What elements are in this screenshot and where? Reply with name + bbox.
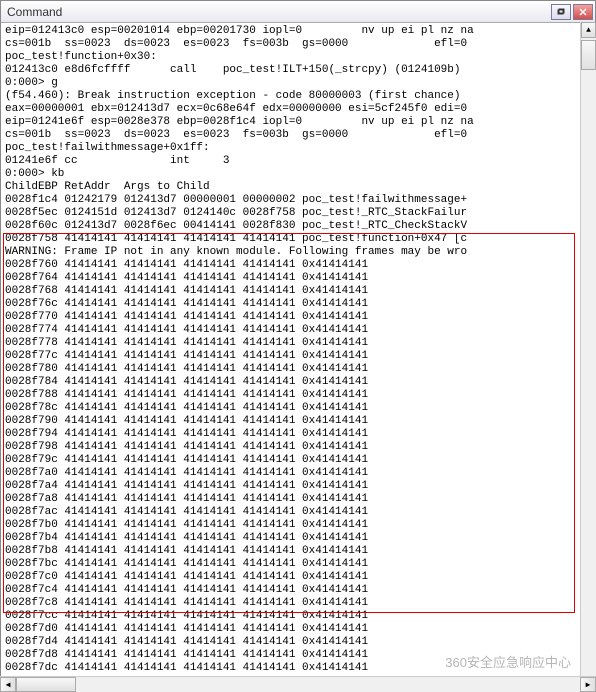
restore-icon xyxy=(557,8,565,16)
watermark: 360安全应急响应中心 xyxy=(445,652,571,671)
scroll-left-button[interactable]: ◀ xyxy=(0,677,16,692)
scroll-thumb-horizontal[interactable] xyxy=(16,677,76,692)
scroll-thumb-vertical[interactable] xyxy=(581,40,596,70)
command-output-area[interactable]: eip=012413c0 esp=00201014 ebp=00201730 i… xyxy=(1,23,595,675)
vertical-scrollbar[interactable]: ▲ xyxy=(580,22,596,676)
scroll-track-horizontal xyxy=(16,677,580,692)
scroll-up-button[interactable]: ▲ xyxy=(581,22,596,38)
title-bar: Command xyxy=(1,1,595,23)
close-button[interactable] xyxy=(573,4,593,20)
horizontal-scrollbar[interactable]: ◀ ▶ xyxy=(0,676,596,692)
command-output-text: eip=012413c0 esp=00201014 ebp=00201730 i… xyxy=(1,23,595,675)
restore-button[interactable] xyxy=(551,4,571,20)
close-icon xyxy=(579,8,587,16)
window-title: Command xyxy=(7,5,549,19)
scroll-right-button[interactable]: ▶ xyxy=(580,677,596,692)
